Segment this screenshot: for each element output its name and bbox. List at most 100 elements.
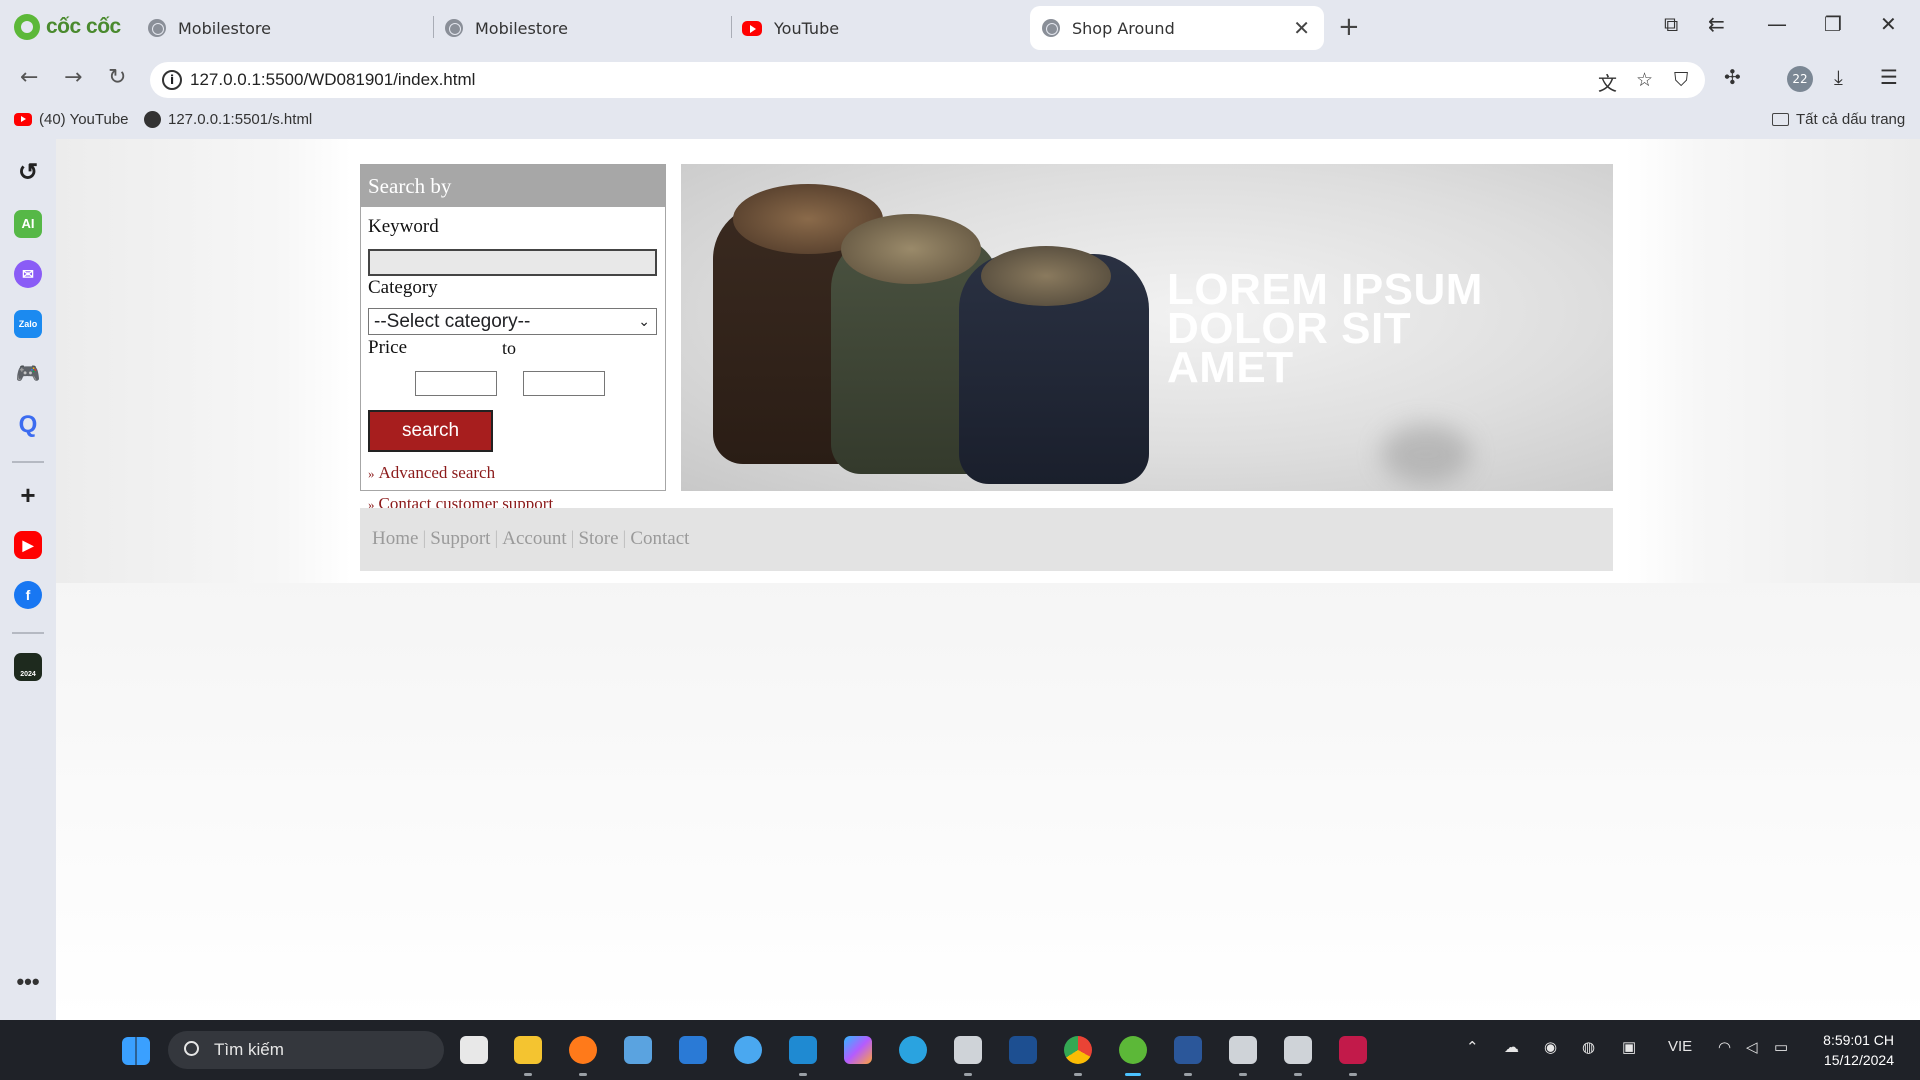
vscode-icon[interactable] bbox=[789, 1036, 817, 1064]
tab-separator bbox=[433, 16, 434, 38]
system-clock[interactable]: 8:59:01 CH 15/12/2024 bbox=[1823, 1030, 1894, 1070]
volume-muted-icon[interactable]: ◁ bbox=[1746, 1038, 1758, 1056]
address-bar[interactable]: i 127.0.0.1:5500/WD081901/index.html 文 ☆… bbox=[150, 62, 1705, 98]
firefox-icon[interactable] bbox=[569, 1036, 597, 1064]
app-icon[interactable] bbox=[734, 1036, 762, 1064]
new-tab-button[interactable]: + bbox=[1338, 12, 1360, 42]
bookmark-label: (40) YouTube bbox=[39, 111, 129, 128]
search-button[interactable]: search bbox=[368, 410, 493, 452]
nav-separator: | bbox=[422, 528, 427, 549]
youtube-icon[interactable]: ▶ bbox=[14, 531, 42, 559]
profile-avatar[interactable]: 22 bbox=[1787, 66, 1813, 92]
footer-link-support[interactable]: Support bbox=[430, 528, 490, 549]
minimize-button[interactable]: — bbox=[1767, 12, 1787, 36]
keyboard-app-icon[interactable] bbox=[624, 1036, 652, 1064]
zalo-icon[interactable]: Zalo bbox=[14, 310, 42, 338]
address-url[interactable]: 127.0.0.1:5500/WD081901/index.html bbox=[190, 70, 475, 90]
tab-mobilestore-2[interactable]: Mobilestore bbox=[445, 6, 568, 50]
globe-icon bbox=[1042, 19, 1060, 37]
wifi-icon[interactable]: ◠ bbox=[1718, 1038, 1731, 1056]
footer-link-account[interactable]: Account bbox=[502, 528, 566, 549]
devc-icon[interactable] bbox=[1009, 1036, 1037, 1064]
price-to-input[interactable] bbox=[523, 371, 605, 396]
download-icon[interactable]: ⤓ bbox=[1834, 65, 1843, 89]
tray-e-icon[interactable]: ▣ bbox=[1622, 1038, 1636, 1056]
search-q-icon[interactable]: Q bbox=[14, 411, 42, 439]
unity-editor-icon[interactable] bbox=[1284, 1036, 1312, 1064]
coccoc-taskbar-icon[interactable] bbox=[1119, 1036, 1147, 1064]
unity-icon[interactable] bbox=[954, 1036, 982, 1064]
bookmark-star-icon[interactable]: ☆ bbox=[1636, 69, 1653, 91]
windows-start-icon[interactable] bbox=[122, 1037, 150, 1065]
file-explorer-icon[interactable] bbox=[514, 1036, 542, 1064]
close-tab-icon[interactable]: ✕ bbox=[1293, 16, 1310, 40]
sidebar-divider bbox=[12, 461, 44, 463]
folder-icon bbox=[1772, 113, 1789, 126]
chrome-icon[interactable] bbox=[1064, 1036, 1092, 1064]
battery-icon[interactable]: ▭ bbox=[1774, 1038, 1788, 1056]
ai-assistant-icon[interactable]: AI bbox=[14, 210, 42, 238]
category-select[interactable]: --Select category-- ⌄ bbox=[368, 308, 657, 335]
extensions-icon[interactable]: ✣ bbox=[1724, 65, 1741, 89]
onedrive-icon[interactable]: ☁ bbox=[1504, 1038, 1519, 1056]
search-icon bbox=[184, 1041, 199, 1056]
clock-time: 8:59:01 CH bbox=[1823, 1032, 1894, 1048]
advanced-search-link[interactable]: » Advanced search bbox=[368, 463, 495, 483]
footer-link-store[interactable]: Store bbox=[578, 528, 618, 549]
nav-separator: | bbox=[570, 528, 575, 549]
footer-link-contact[interactable]: Contact bbox=[630, 528, 689, 549]
history-icon[interactable]: ↺ bbox=[14, 159, 42, 187]
add-app-icon[interactable]: + bbox=[14, 481, 42, 509]
restore-button[interactable]: ❐ bbox=[1824, 12, 1842, 36]
task-view-icon[interactable] bbox=[460, 1036, 488, 1064]
game-icon[interactable]: 🎮 bbox=[14, 360, 42, 388]
translate-icon[interactable]: 文 bbox=[1598, 69, 1617, 96]
tab-title: Shop Around bbox=[1072, 18, 1175, 38]
globe-icon bbox=[144, 111, 161, 128]
nav-separator: | bbox=[622, 528, 627, 549]
more-options-icon[interactable]: ••• bbox=[14, 971, 42, 1003]
show-hidden-icons-icon[interactable]: ⌃ bbox=[1466, 1038, 1479, 1056]
adblock-shield-icon[interactable]: ⛉ bbox=[1674, 69, 1688, 91]
facebook-icon[interactable]: f bbox=[14, 581, 42, 609]
menu-icon[interactable]: ☰ bbox=[1880, 65, 1898, 89]
browser-brand[interactable]: cốc cốc bbox=[14, 13, 121, 41]
taskbar-search[interactable]: Tìm kiếm bbox=[168, 1031, 444, 1069]
forward-button[interactable]: → bbox=[64, 65, 82, 90]
telegram-icon[interactable] bbox=[899, 1036, 927, 1064]
youtube-icon bbox=[742, 20, 762, 36]
search-tabs-icon[interactable]: ⧉ bbox=[1664, 12, 1678, 36]
steam-icon[interactable]: ◍ bbox=[1582, 1038, 1595, 1056]
youtube-icon bbox=[14, 113, 32, 126]
input-language[interactable]: VIE bbox=[1668, 1038, 1692, 1055]
keyword-input[interactable] bbox=[368, 249, 657, 276]
site-info-icon[interactable]: i bbox=[162, 70, 182, 90]
tab-mobilestore-1[interactable]: Mobilestore bbox=[148, 6, 271, 50]
price-to-label: to bbox=[502, 338, 517, 358]
word-icon[interactable] bbox=[1174, 1036, 1202, 1064]
footer-link-home[interactable]: Home bbox=[372, 528, 418, 549]
reload-button[interactable]: ↻ bbox=[108, 65, 126, 90]
all-bookmarks-button[interactable]: Tất cả dấu trang bbox=[1772, 111, 1905, 128]
bookmark-local-s[interactable]: 127.0.0.1:5501/s.html bbox=[144, 111, 312, 128]
tab-title: YouTube bbox=[774, 18, 840, 38]
bookmarks-bar: (40) YouTube 127.0.0.1:5501/s.html Tất c… bbox=[0, 105, 1920, 139]
copilot-icon[interactable] bbox=[844, 1036, 872, 1064]
close-window-button[interactable]: ✕ bbox=[1880, 12, 1897, 36]
messenger-icon[interactable]: ✉ bbox=[14, 260, 42, 288]
photos-icon[interactable] bbox=[679, 1036, 707, 1064]
sidebar-toggle-icon[interactable]: ⇇ bbox=[1708, 12, 1725, 36]
price-from-input[interactable] bbox=[415, 371, 497, 396]
tray-app-icon[interactable]: ◉ bbox=[1544, 1038, 1557, 1056]
back-button[interactable]: ← bbox=[20, 65, 38, 90]
rider-icon[interactable] bbox=[1339, 1036, 1367, 1064]
tab-shop-around[interactable]: Shop Around ✕ bbox=[1030, 6, 1324, 50]
coccoc-2024-icon[interactable]: 2024 bbox=[14, 653, 42, 681]
tab-youtube[interactable]: YouTube bbox=[742, 6, 839, 50]
price-label: Price bbox=[368, 337, 408, 358]
unity-hub-icon[interactable] bbox=[1229, 1036, 1257, 1064]
running-indicator bbox=[1184, 1073, 1192, 1076]
tab-title: Mobilestore bbox=[178, 18, 271, 38]
chevron-down-icon: ⌄ bbox=[638, 313, 650, 329]
bookmark-youtube[interactable]: (40) YouTube bbox=[14, 111, 129, 128]
